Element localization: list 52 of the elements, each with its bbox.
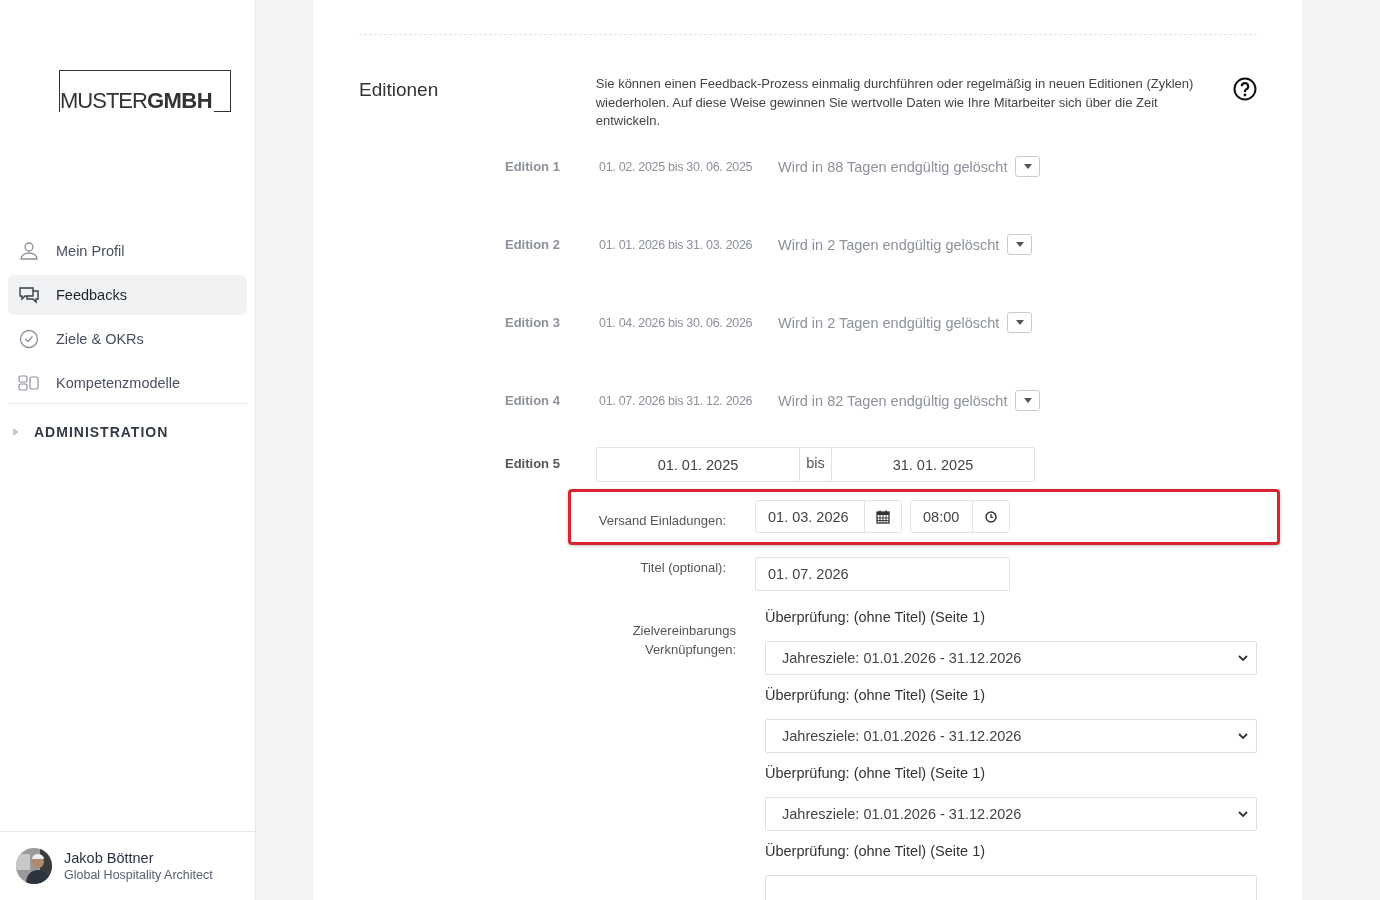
edition-date-range: 01. 02. 2025 bis 30. 06. 2025 xyxy=(599,159,754,174)
link-label: Überprüfung: (ohne Titel) (Seite 1) xyxy=(765,686,987,705)
link-label: Überprüfung: (ohne Titel) (Seite 1) xyxy=(765,764,987,783)
person-icon xyxy=(18,241,40,261)
chevron-down-icon xyxy=(1238,732,1248,739)
edition-label: Edition 5 xyxy=(505,455,561,471)
help-icon[interactable] xyxy=(1233,77,1257,101)
caret-icon xyxy=(1023,398,1032,403)
dropdown-button[interactable] xyxy=(1015,390,1041,411)
admin-section-toggle[interactable]: ADMINISTRATION xyxy=(8,403,247,440)
user-role: Global Hospitality Architect xyxy=(64,868,213,882)
chevron-down-icon xyxy=(1238,810,1248,817)
chevron-down-icon xyxy=(1238,654,1248,661)
field-label: Versand Einladungen: xyxy=(597,513,726,528)
dropdown-button[interactable] xyxy=(1007,312,1033,333)
dropdown-button[interactable] xyxy=(1007,234,1033,255)
field-label: Titel (optional): xyxy=(639,560,726,575)
edition-label: Edition 1 xyxy=(505,159,561,174)
field-label: Verknüpfungen: xyxy=(643,640,736,659)
edition-status: Wird in 88 Tagen endgültig gelöscht xyxy=(778,158,1008,175)
edition-status: Wird in 2 Tagen endgültig gelöscht xyxy=(778,236,1000,253)
nav-item[interactable]: Kompetenzmodelle xyxy=(8,363,247,403)
section-title: Editionen xyxy=(359,79,440,102)
check-circle-icon xyxy=(18,329,40,349)
caret-icon xyxy=(1023,164,1032,169)
link-label: Überprüfung: (ohne Titel) (Seite 1) xyxy=(765,608,987,627)
user-name: Jakob Böttner xyxy=(64,850,155,866)
edition-date-range: 01. 04. 2026 bis 30. 06. 2026 xyxy=(599,315,754,330)
caret-icon xyxy=(1015,242,1024,247)
edition-date-range: 01. 07. 2026 bis 31. 12. 2026 xyxy=(599,393,754,408)
edition-date-range: 01. 01. 2026 bis 31. 03. 2026 xyxy=(599,237,754,252)
edition-label: Edition 4 xyxy=(505,393,561,408)
blocks-icon xyxy=(18,375,40,391)
edition-status: Wird in 2 Tagen endgültig gelöscht xyxy=(778,314,1000,331)
edition-label: Edition 3 xyxy=(505,315,561,330)
logo: MUSTERGMBH xyxy=(59,70,232,112)
caret-icon xyxy=(1015,320,1024,325)
caret-icon xyxy=(12,428,20,436)
section-description: Sie können einen Feedback-Prozess einmalig durchführen oder regelmäßig in neuen Editionen (Zyklen) wiederholen. Auf diese Weise gewinnen Sie wertvolle Daten wie Ihre Mitarbeiter sich über die Zeit entwickeln. xyxy=(595,75,1195,130)
edition-label: Edition 2 xyxy=(505,237,561,252)
goal-select[interactable]: Jahresziele: 01.01.2026 - 31.12.2026 xyxy=(765,640,1257,675)
nav-item[interactable]: Ziele & OKRs xyxy=(8,319,247,359)
nav-item[interactable]: Mein Profil xyxy=(8,231,247,271)
title-field[interactable]: 01. 07. 2026 xyxy=(755,556,1010,591)
dropdown-button[interactable] xyxy=(1015,156,1041,177)
nav-item[interactable]: Feedbacks xyxy=(8,275,247,315)
link-label: Überprüfung: (ohne Titel) (Seite 1) xyxy=(765,842,987,861)
field-label: Zielvereinbarungs xyxy=(631,621,736,640)
goal-select[interactable]: Jahresziele: 01.01.2026 - 31.12.2026 xyxy=(765,718,1257,753)
goal-select[interactable]: Jahresziele: 01.01.2026 - 31.12.2026 xyxy=(765,796,1257,831)
chat-icon xyxy=(18,285,40,305)
edition-status: Wird in 82 Tagen endgültig gelöscht xyxy=(778,392,1008,409)
